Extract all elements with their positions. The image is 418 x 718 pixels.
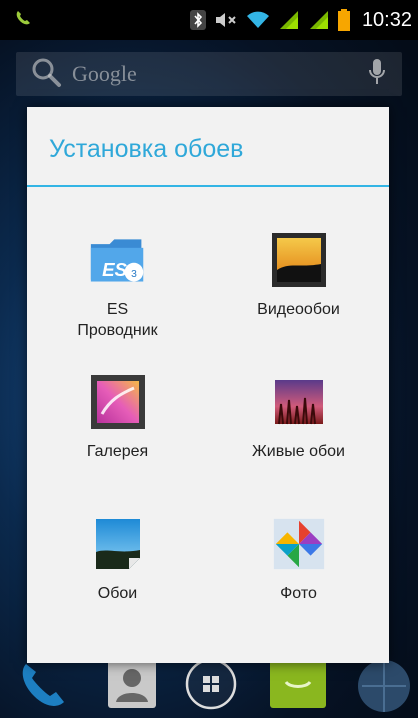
live-wallpaper-icon (270, 373, 328, 431)
phone-notification-icon (14, 9, 32, 32)
option-video-wallpaper[interactable]: Видеообои (208, 231, 389, 320)
contacts-app-icon[interactable] (104, 656, 160, 712)
title-divider (27, 185, 389, 187)
wallpaper-chooser-dialog: Установка обоев ES 3 ES Проводник Видеоо… (27, 107, 389, 663)
microphone-icon[interactable] (368, 58, 386, 90)
option-label: Фото (280, 585, 317, 602)
svg-text:ES: ES (102, 259, 127, 280)
option-label: ES Проводник (77, 301, 158, 339)
option-es-explorer[interactable]: ES 3 ES Проводник (27, 231, 208, 341)
signal-2-icon (308, 10, 330, 30)
mute-icon (214, 11, 238, 29)
wallpapers-icon (89, 515, 147, 573)
bluetooth-icon (189, 10, 206, 30)
option-gallery[interactable]: Галерея (27, 373, 208, 462)
option-wallpapers[interactable]: Обои (27, 515, 208, 604)
phone-app-icon[interactable] (14, 656, 70, 712)
wifi-icon (246, 11, 270, 29)
dialog-title: Установка обоев (49, 135, 244, 163)
gallery-icon (89, 373, 147, 431)
browser-app-icon[interactable] (352, 656, 410, 712)
google-search-bar[interactable]: Google (16, 52, 402, 96)
status-bar: 10:32 (0, 0, 418, 40)
photos-icon (270, 515, 328, 573)
battery-icon (337, 9, 350, 31)
es-file-explorer-icon: ES 3 (89, 231, 147, 289)
option-label: Обои (97, 585, 138, 602)
option-label: Галерея (86, 443, 149, 460)
option-photos[interactable]: Фото (208, 515, 389, 604)
status-clock: 10:32 (361, 8, 412, 31)
option-live-wallpaper[interactable]: Живые обои (208, 373, 389, 462)
svg-text:3: 3 (131, 269, 137, 280)
search-placeholder: Google (72, 61, 137, 86)
app-drawer-icon[interactable] (183, 656, 239, 712)
option-label: Видеообои (257, 301, 340, 318)
video-wallpaper-icon (270, 231, 328, 289)
option-label: Живые обои (252, 443, 345, 460)
search-icon (30, 56, 62, 92)
messaging-app-icon[interactable] (268, 656, 326, 712)
signal-1-icon (278, 10, 300, 30)
